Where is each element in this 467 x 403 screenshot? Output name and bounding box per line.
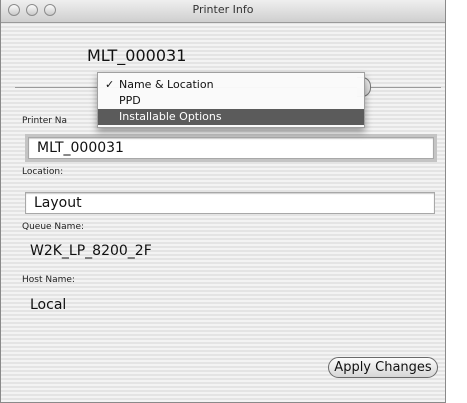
printer-name-header: MLT_000031 (87, 46, 187, 65)
menu-item-name-location[interactable]: ✓ Name & Location (98, 77, 364, 93)
location-label: Location: (22, 167, 64, 177)
menu-item-label: PPD (119, 94, 141, 107)
queue-name-label: Queue Name: (22, 222, 85, 232)
apply-changes-button[interactable]: Apply Changes (328, 357, 438, 378)
host-name-value: Local (30, 297, 67, 313)
window-title: Printer Info (192, 3, 254, 16)
menu-item-installable-options[interactable]: Installable Options (98, 109, 364, 125)
menu-item-label: Installable Options (119, 110, 222, 123)
printer-name-label: Printer Na (22, 116, 68, 126)
menu-item-label: Name & Location (119, 78, 214, 91)
desktop-background (446, 0, 467, 403)
title-bar[interactable]: Printer Info (1, 0, 445, 23)
menu-item-ppd[interactable]: PPD (98, 93, 364, 109)
section-popup-menu: ✓ Name & Location PPD Installable Option… (97, 72, 365, 128)
host-name-label: Host Name: (22, 275, 75, 285)
printer-info-window: Printer Info MLT_000031 Printer Na MLT_0… (0, 0, 446, 403)
checkmark-icon: ✓ (105, 78, 115, 91)
location-field[interactable]: Layout (25, 192, 435, 214)
printer-name-field[interactable]: MLT_000031 (28, 137, 434, 159)
queue-name-value: W2K_LP_8200_2F (30, 243, 152, 259)
